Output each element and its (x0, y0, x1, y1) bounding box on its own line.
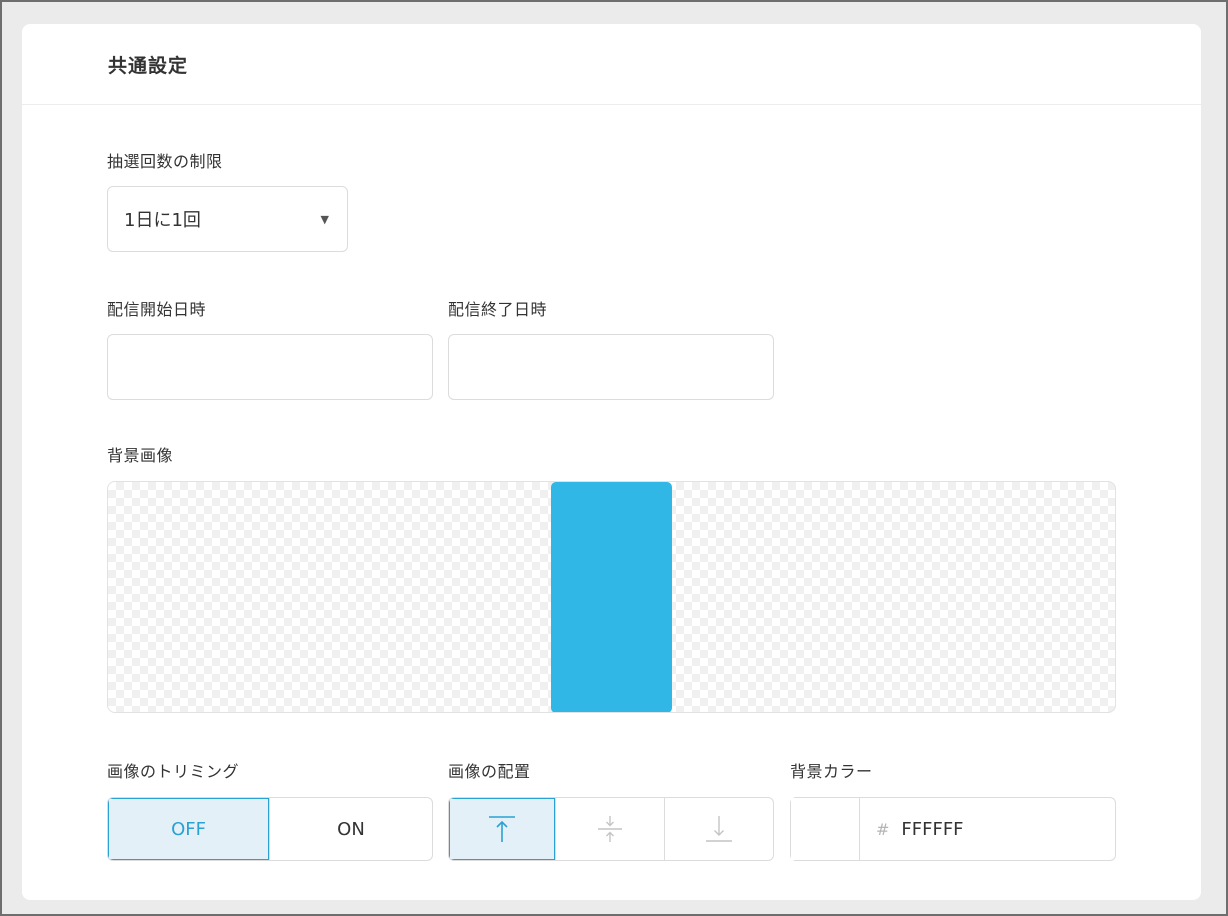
background-color-field: # FFFFFF (790, 797, 1116, 861)
hex-input[interactable]: # FFFFFF (860, 798, 964, 860)
align-middle-button[interactable] (556, 798, 665, 860)
hash-prefix: # (876, 819, 890, 839)
start-datetime-input[interactable] (107, 334, 433, 400)
card-header: 共通設定 (22, 24, 1201, 105)
limit-select[interactable]: 1日に1回 ▼ (107, 186, 348, 252)
end-datetime-label: 配信終了日時 (448, 300, 548, 319)
trimming-label: 画像のトリミング (107, 762, 240, 781)
background-image-label: 背景画像 (107, 446, 174, 465)
placement-label: 画像の配置 (448, 762, 531, 781)
trimming-on-button[interactable]: ON (270, 798, 432, 860)
background-image-preview (551, 482, 672, 712)
limit-label: 抽選回数の制限 (107, 152, 223, 171)
color-swatch[interactable] (791, 798, 860, 860)
limit-select-value: 1日に1回 (124, 210, 201, 231)
start-datetime-label: 配信開始日時 (107, 300, 207, 319)
end-datetime-input[interactable] (448, 334, 774, 400)
align-bottom-icon (705, 816, 732, 842)
align-top-button[interactable] (449, 798, 557, 860)
placement-toggle (448, 797, 774, 861)
align-top-icon (489, 816, 516, 842)
trimming-off-button[interactable]: OFF (108, 798, 270, 860)
caret-down-icon: ▼ (320, 212, 329, 226)
trimming-toggle: OFF ON (107, 797, 433, 861)
align-middle-icon (598, 816, 622, 842)
background-color-label: 背景カラー (790, 762, 873, 781)
hex-value[interactable]: FFFFFF (901, 819, 963, 840)
background-image-dropzone[interactable] (107, 481, 1116, 713)
settings-card: 共通設定 抽選回数の制限 1日に1回 ▼ 配信開始日時 配信終了日時 背景画像 … (22, 24, 1201, 900)
page-title: 共通設定 (108, 54, 189, 77)
align-bottom-button[interactable] (665, 798, 773, 860)
